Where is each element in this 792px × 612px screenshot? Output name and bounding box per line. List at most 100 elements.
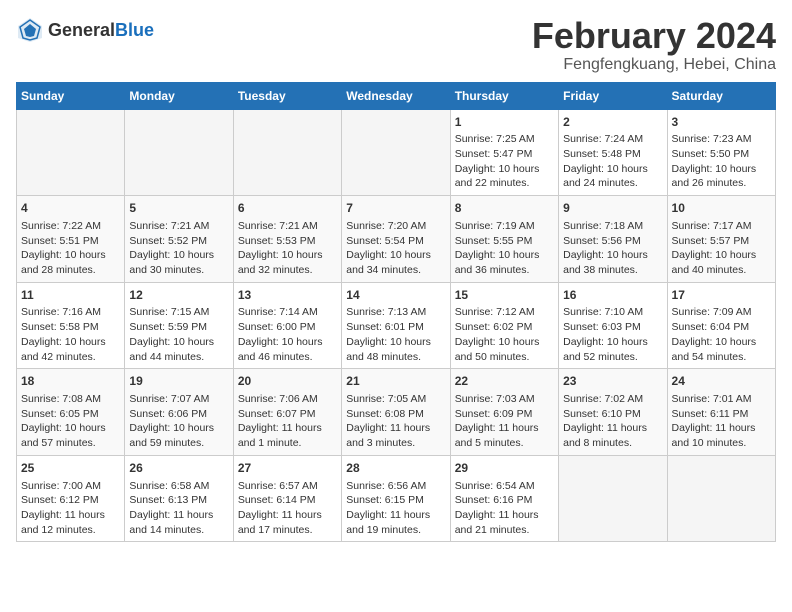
day-number: 19: [129, 373, 228, 390]
weekday-header-friday: Friday: [559, 82, 667, 109]
day-cell: [233, 109, 341, 196]
day-cell: 5 Sunrise: 7:21 AM Sunset: 5:52 PM Daylig…: [125, 196, 233, 283]
day-number: 24: [672, 373, 771, 390]
day-info: Sunrise: 7:12 AM Sunset: 6:02 PM Dayligh…: [455, 306, 540, 362]
day-number: 8: [455, 200, 554, 217]
day-info: Sunrise: 7:21 AM Sunset: 5:52 PM Dayligh…: [129, 220, 214, 276]
day-cell: 20 Sunrise: 7:06 AM Sunset: 6:07 PM Dayli…: [233, 369, 341, 456]
week-row-4: 18 Sunrise: 7:08 AM Sunset: 6:05 PM Dayli…: [17, 369, 776, 456]
calendar-table: SundayMondayTuesdayWednesdayThursdayFrid…: [16, 82, 776, 543]
day-cell: 18 Sunrise: 7:08 AM Sunset: 6:05 PM Dayli…: [17, 369, 125, 456]
day-cell: 24 Sunrise: 7:01 AM Sunset: 6:11 PM Dayli…: [667, 369, 775, 456]
day-number: 17: [672, 287, 771, 304]
day-number: 25: [21, 460, 120, 477]
day-cell: 23 Sunrise: 7:02 AM Sunset: 6:10 PM Dayli…: [559, 369, 667, 456]
day-info: Sunrise: 7:20 AM Sunset: 5:54 PM Dayligh…: [346, 220, 431, 276]
day-info: Sunrise: 7:22 AM Sunset: 5:51 PM Dayligh…: [21, 220, 106, 276]
day-number: 6: [238, 200, 337, 217]
day-cell: 27Sunrise: 6:57 AM Sunset: 6:14 PM Dayli…: [233, 455, 341, 542]
day-cell: [17, 109, 125, 196]
day-number: 12: [129, 287, 228, 304]
day-cell: 3 Sunrise: 7:23 AM Sunset: 5:50 PM Daylig…: [667, 109, 775, 196]
day-cell: 15 Sunrise: 7:12 AM Sunset: 6:02 PM Dayli…: [450, 282, 558, 369]
weekday-header-sunday: Sunday: [17, 82, 125, 109]
logo-general: General: [48, 20, 115, 40]
day-number: 4: [21, 200, 120, 217]
day-number: 9: [563, 200, 662, 217]
day-info: Sunrise: 7:25 AM Sunset: 5:47 PM Dayligh…: [455, 133, 540, 189]
day-number: 29: [455, 460, 554, 477]
day-info: Sunrise: 7:14 AM Sunset: 6:00 PM Dayligh…: [238, 306, 323, 362]
day-number: 15: [455, 287, 554, 304]
day-cell: 10Sunrise: 7:17 AM Sunset: 5:57 PM Dayli…: [667, 196, 775, 283]
day-cell: 9Sunrise: 7:18 AM Sunset: 5:56 PM Daylig…: [559, 196, 667, 283]
day-cell: 2Sunrise: 7:24 AM Sunset: 5:48 PM Daylig…: [559, 109, 667, 196]
day-number: 3: [672, 114, 771, 131]
logo-blue: Blue: [115, 20, 154, 40]
day-number: 2: [563, 114, 662, 131]
day-cell: [125, 109, 233, 196]
day-cell: 13 Sunrise: 7:14 AM Sunset: 6:00 PM Dayli…: [233, 282, 341, 369]
day-cell: 28 Sunrise: 6:56 AM Sunset: 6:15 PM Dayli…: [342, 455, 450, 542]
day-info: Sunrise: 7:19 AM Sunset: 5:55 PM Dayligh…: [455, 220, 540, 276]
day-cell: 4 Sunrise: 7:22 AM Sunset: 5:51 PM Daylig…: [17, 196, 125, 283]
day-info: Sunrise: 6:56 AM Sunset: 6:15 PM Dayligh…: [346, 480, 430, 536]
day-number: 11: [21, 287, 120, 304]
logo: GeneralBlue: [16, 16, 154, 44]
day-cell: [342, 109, 450, 196]
day-cell: 12 Sunrise: 7:15 AM Sunset: 5:59 PM Dayli…: [125, 282, 233, 369]
day-number: 28: [346, 460, 445, 477]
weekday-header-thursday: Thursday: [450, 82, 558, 109]
weekday-header-tuesday: Tuesday: [233, 82, 341, 109]
logo-icon: [16, 16, 44, 44]
day-info: Sunrise: 7:00 AM Sunset: 6:12 PM Dayligh…: [21, 480, 105, 536]
day-cell: 29Sunrise: 6:54 AM Sunset: 6:16 PM Dayli…: [450, 455, 558, 542]
day-cell: 1 Sunrise: 7:25 AM Sunset: 5:47 PM Daylig…: [450, 109, 558, 196]
day-info: Sunrise: 7:05 AM Sunset: 6:08 PM Dayligh…: [346, 393, 430, 449]
week-row-2: 4 Sunrise: 7:22 AM Sunset: 5:51 PM Daylig…: [17, 196, 776, 283]
day-number: 14: [346, 287, 445, 304]
day-number: 22: [455, 373, 554, 390]
day-info: Sunrise: 6:57 AM Sunset: 6:14 PM Dayligh…: [238, 480, 322, 536]
day-number: 5: [129, 200, 228, 217]
day-cell: 21 Sunrise: 7:05 AM Sunset: 6:08 PM Dayli…: [342, 369, 450, 456]
weekday-row: SundayMondayTuesdayWednesdayThursdayFrid…: [17, 82, 776, 109]
day-info: Sunrise: 7:17 AM Sunset: 5:57 PM Dayligh…: [672, 220, 757, 276]
day-number: 23: [563, 373, 662, 390]
header: GeneralBlue February 2024 Fengfengkuang,…: [16, 16, 776, 74]
day-number: 20: [238, 373, 337, 390]
day-info: Sunrise: 7:13 AM Sunset: 6:01 PM Dayligh…: [346, 306, 431, 362]
day-number: 16: [563, 287, 662, 304]
weekday-header-saturday: Saturday: [667, 82, 775, 109]
day-info: Sunrise: 7:09 AM Sunset: 6:04 PM Dayligh…: [672, 306, 757, 362]
weekday-header-wednesday: Wednesday: [342, 82, 450, 109]
subtitle: Fengfengkuang, Hebei, China: [532, 56, 776, 74]
day-cell: 8 Sunrise: 7:19 AM Sunset: 5:55 PM Daylig…: [450, 196, 558, 283]
day-number: 18: [21, 373, 120, 390]
day-cell: 22 Sunrise: 7:03 AM Sunset: 6:09 PM Dayli…: [450, 369, 558, 456]
day-number: 13: [238, 287, 337, 304]
calendar-body: 1 Sunrise: 7:25 AM Sunset: 5:47 PM Daylig…: [17, 109, 776, 542]
day-info: Sunrise: 7:15 AM Sunset: 5:59 PM Dayligh…: [129, 306, 214, 362]
day-info: Sunrise: 7:21 AM Sunset: 5:53 PM Dayligh…: [238, 220, 323, 276]
day-info: Sunrise: 7:23 AM Sunset: 5:50 PM Dayligh…: [672, 133, 757, 189]
day-info: Sunrise: 7:10 AM Sunset: 6:03 PM Dayligh…: [563, 306, 648, 362]
day-number: 21: [346, 373, 445, 390]
week-row-5: 25 Sunrise: 7:00 AM Sunset: 6:12 PM Dayli…: [17, 455, 776, 542]
day-cell: 16 Sunrise: 7:10 AM Sunset: 6:03 PM Dayli…: [559, 282, 667, 369]
weekday-header-monday: Monday: [125, 82, 233, 109]
day-info: Sunrise: 7:03 AM Sunset: 6:09 PM Dayligh…: [455, 393, 539, 449]
day-info: Sunrise: 7:07 AM Sunset: 6:06 PM Dayligh…: [129, 393, 214, 449]
day-cell: 11Sunrise: 7:16 AM Sunset: 5:58 PM Dayli…: [17, 282, 125, 369]
day-info: Sunrise: 7:08 AM Sunset: 6:05 PM Dayligh…: [21, 393, 106, 449]
calendar-header: SundayMondayTuesdayWednesdayThursdayFrid…: [17, 82, 776, 109]
day-info: Sunrise: 7:06 AM Sunset: 6:07 PM Dayligh…: [238, 393, 322, 449]
day-cell: [667, 455, 775, 542]
day-cell: 7 Sunrise: 7:20 AM Sunset: 5:54 PM Daylig…: [342, 196, 450, 283]
day-cell: 26Sunrise: 6:58 AM Sunset: 6:13 PM Dayli…: [125, 455, 233, 542]
day-number: 7: [346, 200, 445, 217]
day-info: Sunrise: 7:02 AM Sunset: 6:10 PM Dayligh…: [563, 393, 647, 449]
day-cell: [559, 455, 667, 542]
day-number: 1: [455, 114, 554, 131]
day-info: Sunrise: 7:01 AM Sunset: 6:11 PM Dayligh…: [672, 393, 756, 449]
